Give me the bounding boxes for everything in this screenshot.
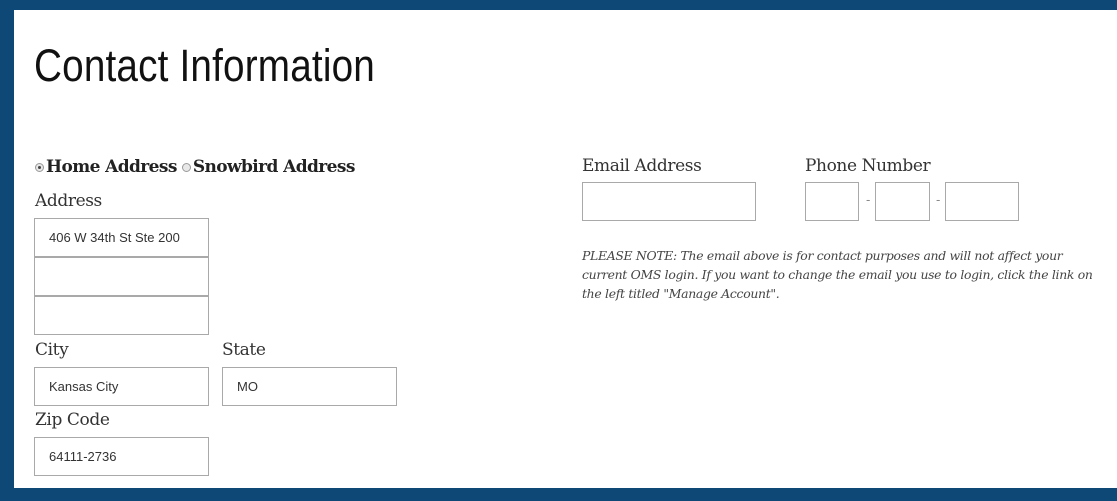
address-line1-input[interactable] [34,218,209,257]
home-address-radio[interactable] [35,162,44,172]
snowbird-address-label[interactable]: Snowbird Address [193,157,356,177]
city-input[interactable] [34,367,209,406]
phone-prefix-input[interactable] [875,182,930,221]
snowbird-address-radio[interactable] [181,162,191,172]
email-address-input[interactable] [582,182,756,221]
email-address-label: Email Address [582,156,702,176]
email-note-text: PLEASE NOTE: The email above is for cont… [582,248,1093,301]
zip-code-label: Zip Code [35,410,110,430]
zip-code-input[interactable] [34,437,209,476]
address-line3-input[interactable] [34,296,209,335]
phone-line-input[interactable] [945,182,1019,221]
address-line2-input[interactable] [34,257,209,296]
address-type-radio-group: Home Address Snowbird Address [35,157,360,177]
state-input[interactable] [222,367,397,406]
home-address-label[interactable]: Home Address [46,157,177,177]
page-title: Contact Information [34,40,375,91]
address-label: Address [35,191,102,211]
phone-separator: - [866,192,871,207]
contact-info-panel: Contact Information Home Address Snowbir… [14,10,1117,488]
city-label: City [35,340,69,360]
state-label: State [222,340,266,360]
phone-area-code-input[interactable] [805,182,859,221]
phone-number-label: Phone Number [805,156,931,176]
phone-separator: - [936,192,941,207]
